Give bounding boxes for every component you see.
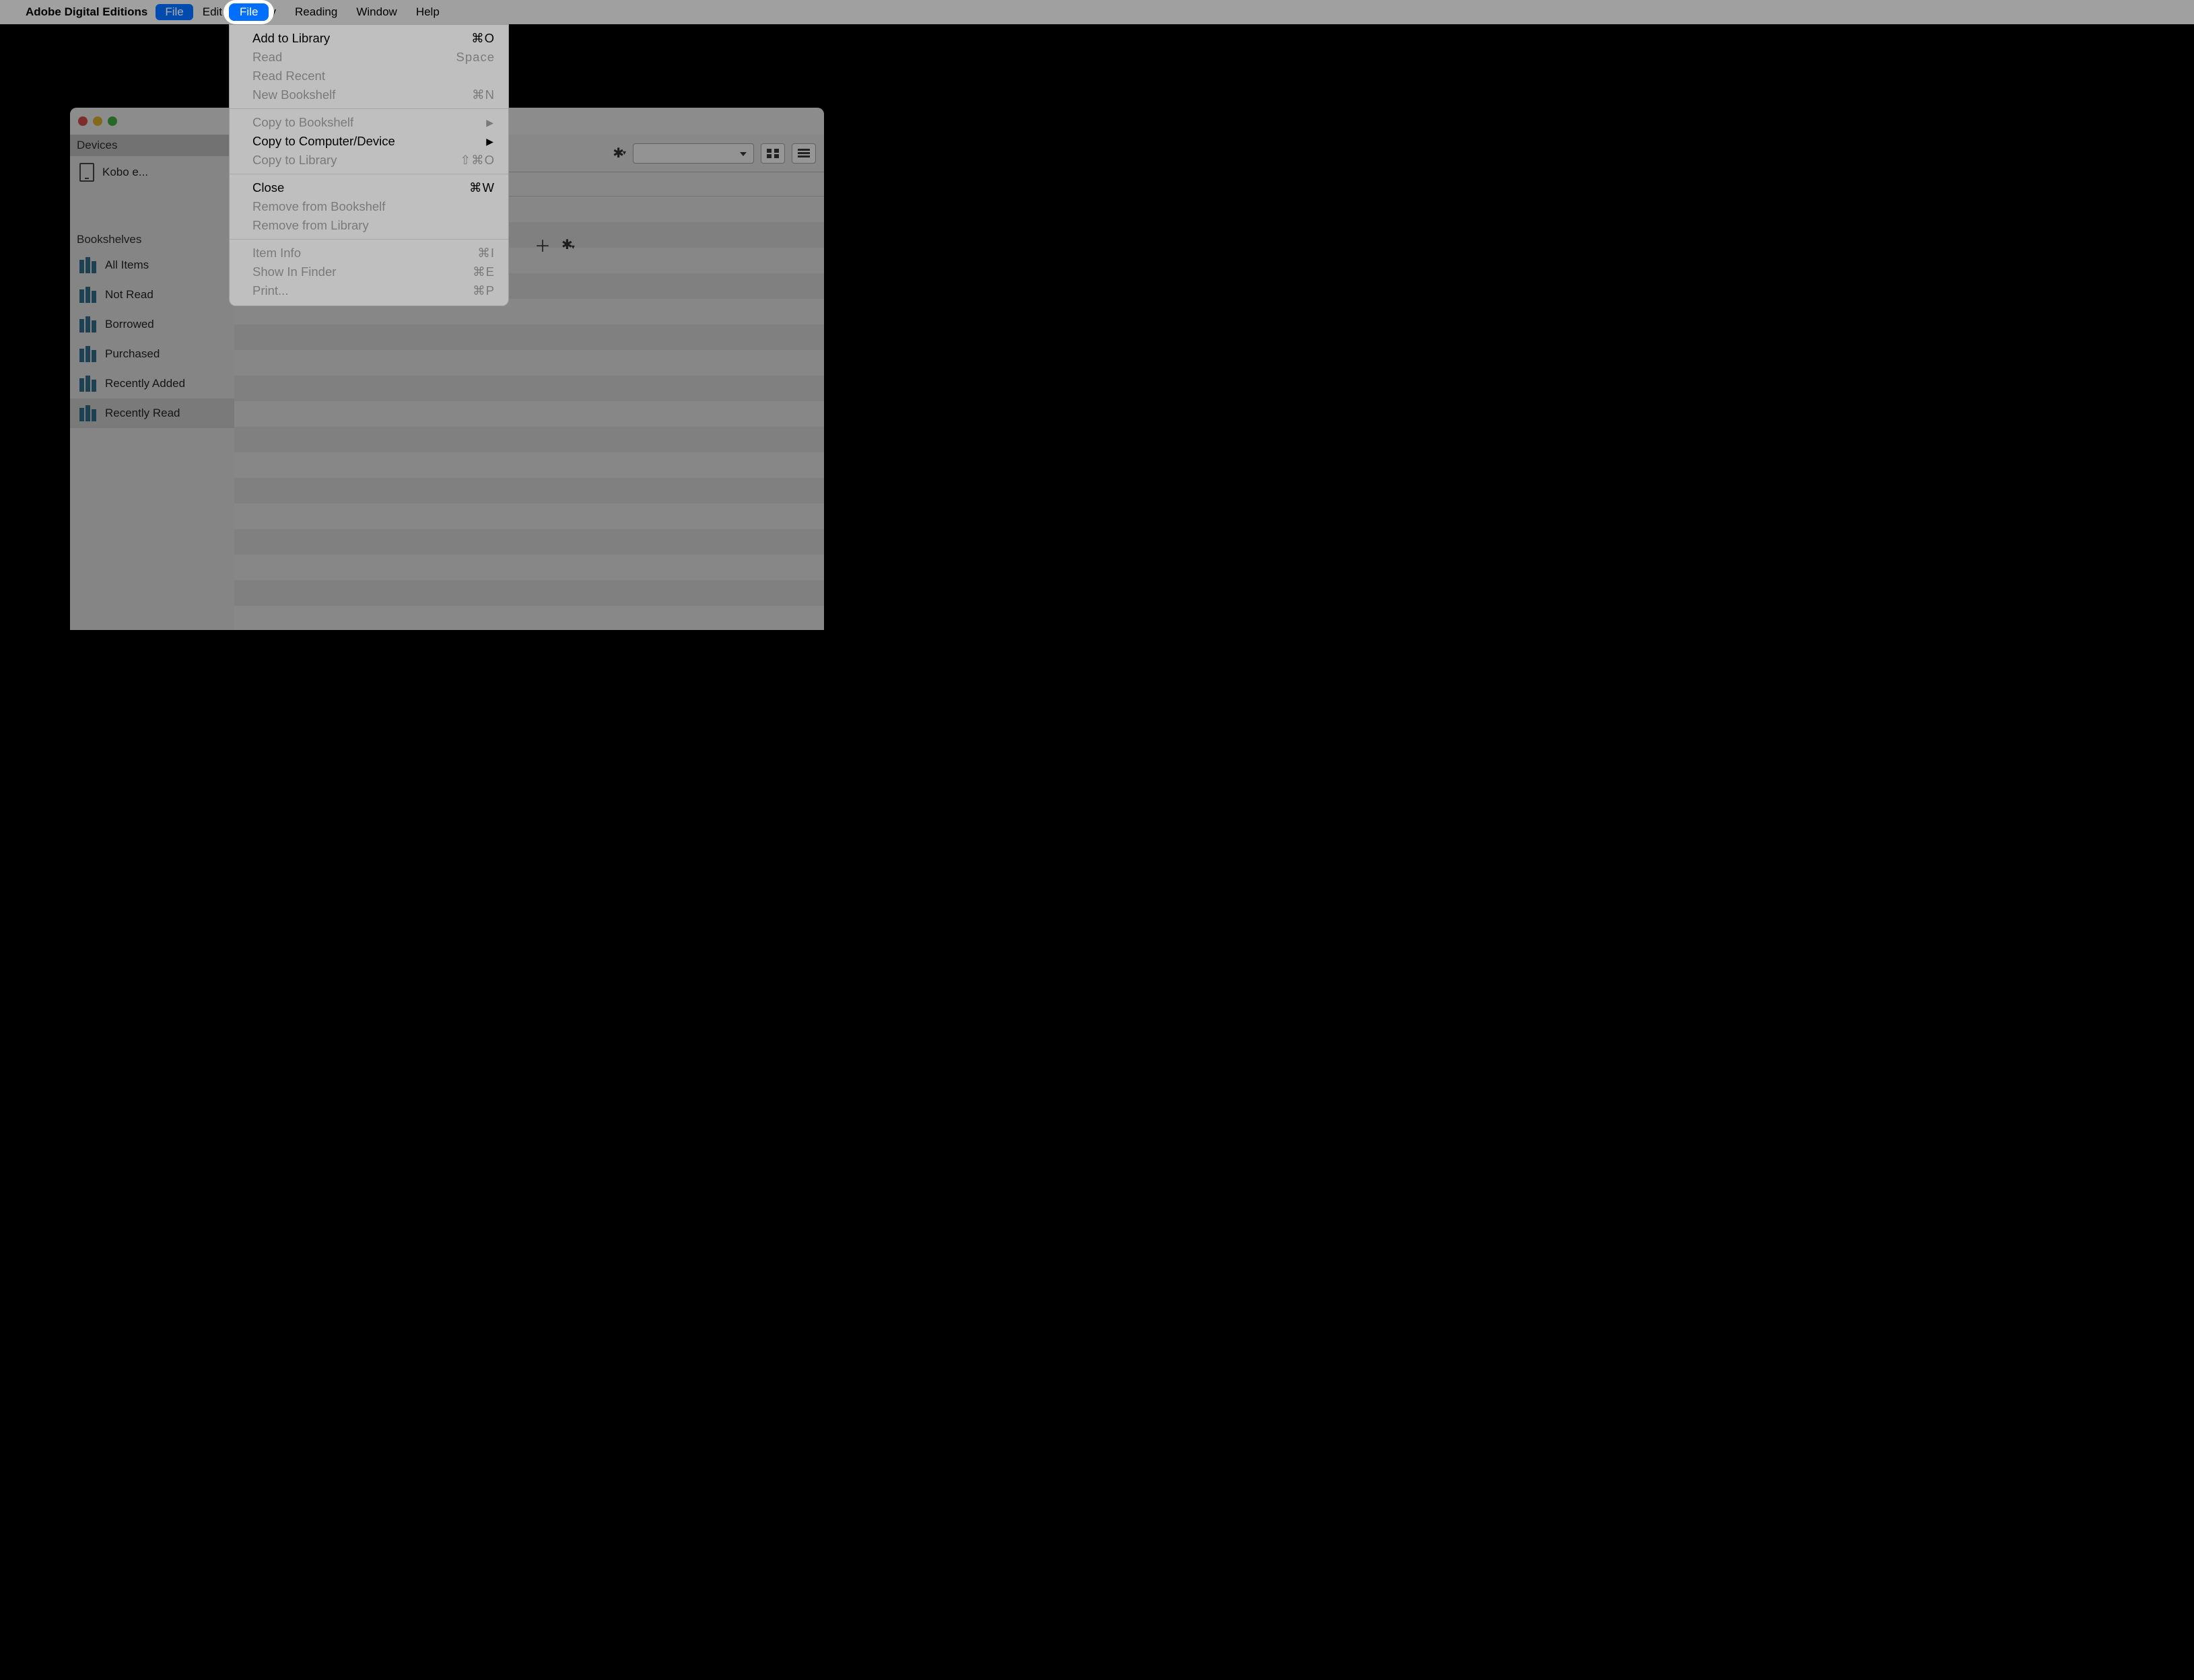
bookshelf-icon [79, 287, 97, 303]
menuitem-close[interactable]: Close ⌘W [230, 178, 508, 197]
list-row[interactable] [234, 350, 824, 376]
menuitem-copy-to-computer-device[interactable]: Copy to Computer/Device ▶ [230, 132, 508, 151]
ereader-icon [79, 163, 94, 182]
menuitem-label: Read [252, 50, 282, 65]
bookshelf-icon [79, 346, 97, 362]
menuitem-read: Read Space [230, 48, 508, 67]
sidebar-item-label: Kobo e... [102, 166, 148, 179]
file-menu-dropdown: Add to Library ⌘O Read Space Read Recent… [229, 24, 509, 306]
sidebar-item-label: Recently Added [105, 377, 185, 390]
list-row[interactable] [234, 376, 824, 401]
sidebar-item-label: All Items [105, 258, 149, 272]
menuitem-add-to-library[interactable]: Add to Library ⌘O [230, 29, 508, 48]
menuitem-copy-to-library: Copy to Library ⇧⌘O [230, 151, 508, 170]
window-controls [78, 116, 117, 126]
sidebar-header-bookshelves: Bookshelves [77, 233, 141, 246]
submenu-arrow-icon: ▶ [486, 117, 495, 129]
sidebar-item-label: Borrowed [105, 318, 154, 331]
bookshelf-options-button[interactable]: ✱▾ [561, 236, 575, 253]
menuitem-show-in-finder: Show In Finder ⌘E [230, 262, 508, 281]
menuitem-label: Print... [252, 283, 288, 298]
menu-separator [230, 239, 508, 240]
list-row[interactable] [234, 580, 824, 606]
menu-separator [230, 108, 508, 109]
menuitem-label: New Bookshelf [252, 88, 335, 102]
list-row[interactable] [234, 324, 824, 350]
add-bookshelf-button[interactable]: ＋ [535, 233, 551, 256]
app-menu[interactable]: Adobe Digital Editions [18, 5, 156, 19]
menuitem-label: Remove from Library [252, 218, 369, 233]
menu-reading[interactable]: Reading [285, 4, 347, 20]
menuitem-shortcut: ⌘O [471, 31, 495, 46]
list-row[interactable] [234, 503, 824, 529]
zoom-window-button[interactable] [108, 116, 117, 126]
menuitem-shortcut: ⌘N [472, 88, 495, 102]
menuitem-remove-from-bookshelf: Remove from Bookshelf [230, 197, 508, 216]
sidebar: Devices Kobo e... Bookshelves All Items … [70, 135, 234, 630]
menuitem-shortcut: ⌘P [473, 283, 495, 298]
menuitem-label: Copy to Library [252, 153, 337, 168]
menuitem-remove-from-library: Remove from Library [230, 216, 508, 235]
sidebar-shelf-borrowed[interactable]: Borrowed [70, 310, 234, 339]
menuitem-label: Close [252, 180, 284, 195]
list-row[interactable] [234, 401, 824, 427]
sidebar-shelf-recently-read[interactable]: Recently Read [70, 398, 234, 428]
menuitem-label: Read Recent [252, 69, 325, 83]
menu-file[interactable]: File [156, 4, 193, 20]
bookshelf-icon [79, 405, 97, 421]
menu-window[interactable]: Window [347, 4, 406, 20]
grid-view-button[interactable] [761, 143, 785, 164]
list-row[interactable] [234, 555, 824, 580]
menu-file-highlight[interactable]: File [224, 0, 274, 24]
bookshelf-icon [79, 257, 97, 273]
menuitem-new-bookshelf: New Bookshelf ⌘N [230, 85, 508, 104]
menu-help[interactable]: Help [407, 4, 449, 20]
sidebar-header-devices: Devices [70, 135, 234, 156]
menuitem-label: Copy to Computer/Device [252, 134, 395, 149]
menuitem-label: Item Info [252, 246, 301, 260]
menuitem-label: Show In Finder [252, 265, 336, 279]
sidebar-item-label: Purchased [105, 347, 160, 361]
menuitem-shortcut: ⌘E [473, 265, 495, 279]
grid-view-icon [767, 149, 779, 158]
sidebar-shelf-purchased[interactable]: Purchased [70, 339, 234, 369]
system-menubar: Adobe Digital Editions File Edit Library… [0, 0, 2194, 24]
bookshelf-icon [79, 376, 97, 392]
list-row[interactable] [234, 529, 824, 555]
menuitem-label: Remove from Bookshelf [252, 199, 385, 214]
menuitem-shortcut: ⌘W [469, 180, 495, 195]
list-row[interactable] [234, 478, 824, 503]
menuitem-read-recent: Read Recent [230, 67, 508, 85]
list-view-button[interactable] [792, 143, 816, 164]
minimize-window-button[interactable] [93, 116, 102, 126]
submenu-arrow-icon: ▶ [486, 136, 495, 147]
sidebar-shelf-not-read[interactable]: Not Read [70, 280, 234, 310]
sidebar-device-item[interactable]: Kobo e... [70, 156, 234, 188]
menuitem-shortcut: ⇧⌘O [460, 153, 495, 168]
sidebar-shelf-all-items[interactable]: All Items [70, 250, 234, 280]
menuitem-shortcut: Space [456, 50, 495, 65]
menu-file-label: File [229, 3, 269, 21]
sort-dropdown[interactable] [633, 143, 754, 164]
bookshelf-icon [79, 316, 97, 332]
menuitem-print: Print... ⌘P [230, 281, 508, 300]
menuitem-copy-to-bookshelf: Copy to Bookshelf ▶ [230, 113, 508, 132]
list-view-icon [798, 149, 810, 158]
sidebar-item-label: Recently Read [105, 407, 180, 420]
list-row[interactable] [234, 452, 824, 478]
close-window-button[interactable] [78, 116, 88, 126]
menuitem-label: Add to Library [252, 31, 330, 46]
sidebar-item-label: Not Read [105, 288, 153, 302]
library-options-button[interactable]: ✱▾ [613, 145, 626, 162]
sidebar-shelf-recently-added[interactable]: Recently Added [70, 369, 234, 398]
menuitem-label: Copy to Bookshelf [252, 115, 353, 130]
list-row[interactable] [234, 427, 824, 452]
menuitem-item-info: Item Info ⌘I [230, 244, 508, 262]
menuitem-shortcut: ⌘I [477, 246, 495, 260]
